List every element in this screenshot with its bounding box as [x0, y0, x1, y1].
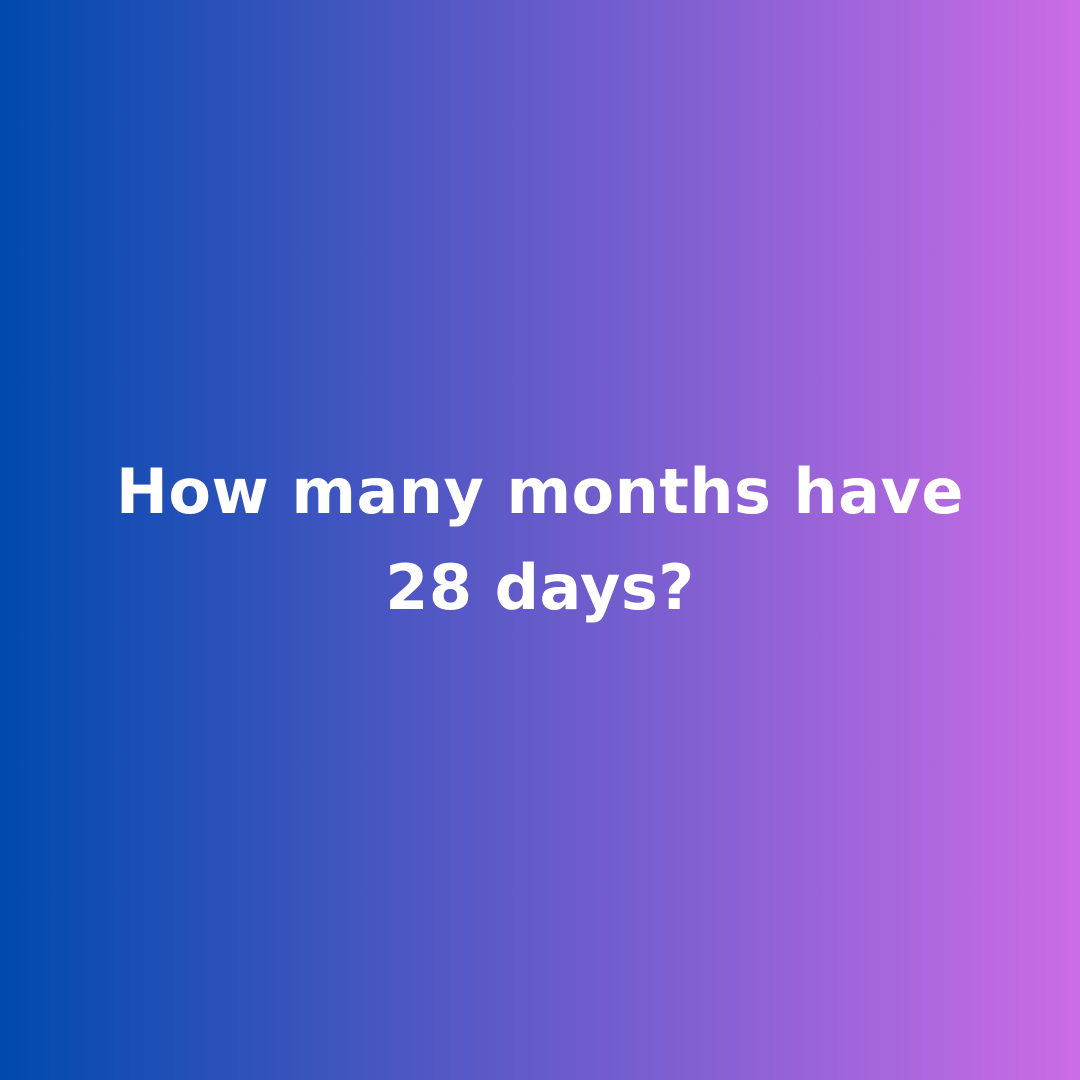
- gradient-background: How many months have 28 days?: [0, 0, 1080, 1080]
- question-line-2: 28 days?: [385, 551, 695, 624]
- question-text: How many months have 28 days?: [90, 444, 990, 636]
- question-line-1: How many months have: [116, 454, 964, 528]
